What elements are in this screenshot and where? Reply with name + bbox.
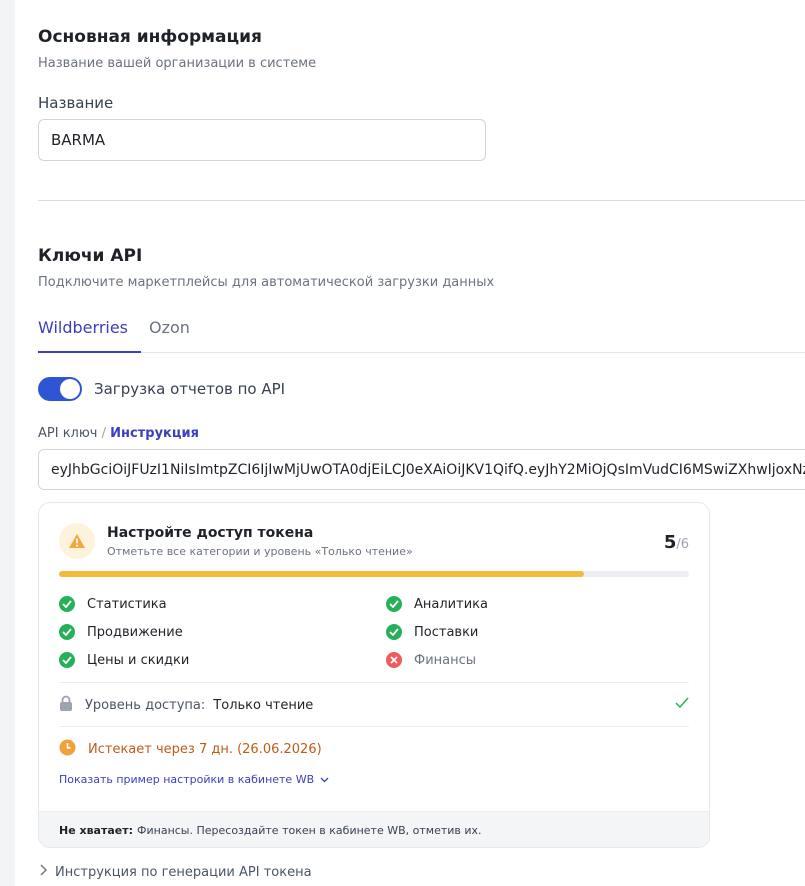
access-level-label: Уровень доступа: [85,697,206,713]
name-field-label: Название [38,94,114,112]
api-keys-subtitle: Подключите маркетплейсы для автоматическ… [38,275,495,290]
access-level-row: Уровень доступа: Только чтение [59,695,689,715]
check-icon [386,624,402,640]
token-card-subtitle: Отметьте все категории и уровень «Только… [107,545,413,558]
token-access-card: Настройте доступ токена Отметьте все кат… [38,502,710,848]
api-keys-title: Ключи API [38,246,143,266]
category-item: Финансы [386,651,476,669]
marketplace-tabs: Wildberries Ozon [38,318,805,353]
missing-label: Не хватает: [59,824,134,837]
check-icon [59,596,75,612]
clock-icon [59,739,76,760]
card-divider [59,726,689,727]
category-item: Аналитика [386,595,488,613]
token-expiry-row: Истекает через 7 дн. (26.06.2026) [59,739,322,760]
token-progress-fill [59,571,584,577]
api-reports-toggle-label: Загрузка отчетов по API [94,380,286,398]
api-key-label-separator: / [101,426,107,441]
category-item: Продвижение [59,623,183,641]
warning-icon [59,523,95,559]
token-expiry-text: Истекает через 7 дн. (26.06.2026) [88,741,322,757]
tab-ozon[interactable]: Ozon [149,318,190,353]
token-progress-count: 5 [663,532,677,553]
cross-icon [386,652,402,668]
api-reports-toggle[interactable] [38,377,82,401]
missing-text: Финансы. Пересоздайте токен в кабинете W… [137,824,482,837]
category-label: Аналитика [414,596,488,612]
sidebar-rail [0,0,15,886]
token-progress-counter: 5/6 [664,532,689,553]
category-label: Статистика [87,596,167,612]
basic-info-subtitle: Название вашей организации в системе [38,56,317,71]
token-progress-total: /6 [676,537,689,552]
check-icon [386,596,402,612]
tab-wildberries[interactable]: Wildberries [38,318,141,353]
card-divider [59,682,689,683]
checkmark-icon [675,697,689,712]
check-icon [59,652,75,668]
token-progress-bar [59,571,689,577]
basic-info-title: Основная информация [38,27,262,47]
organization-name-input[interactable] [38,119,486,161]
category-item: Статистика [59,595,167,613]
category-item: Поставки [386,623,478,641]
token-card-title: Настройте доступ токена [107,525,314,541]
section-divider [38,200,805,201]
show-example-link[interactable]: Показать пример настройки в кабинете WB [59,773,329,786]
show-example-link-text: Показать пример настройки в кабинете WB [59,773,315,786]
access-level-value: Только чтение [213,697,314,713]
token-instructions-label: Инструкция по генерации API токена [55,864,312,880]
missing-permissions-footer: Не хватает: Финансы. Пересоздайте токен … [39,811,709,847]
category-label: Продвижение [87,624,183,640]
api-key-label-text: API ключ [38,426,98,441]
check-icon [59,624,75,640]
category-label: Финансы [414,652,477,668]
api-key-input[interactable] [38,449,805,490]
category-label: Поставки [414,624,479,640]
api-key-label: API ключ / Инструкция [38,426,199,441]
token-instructions-toggle[interactable]: Инструкция по генерации API токена [40,864,312,880]
instruction-link[interactable]: Инструкция [110,426,199,441]
lock-icon [59,695,73,715]
chevron-right-icon [40,864,47,880]
category-item: Цены и скидки [59,651,189,669]
category-label: Цены и скидки [87,652,190,668]
chevron-down-icon [320,773,329,786]
toggle-knob [60,379,80,399]
